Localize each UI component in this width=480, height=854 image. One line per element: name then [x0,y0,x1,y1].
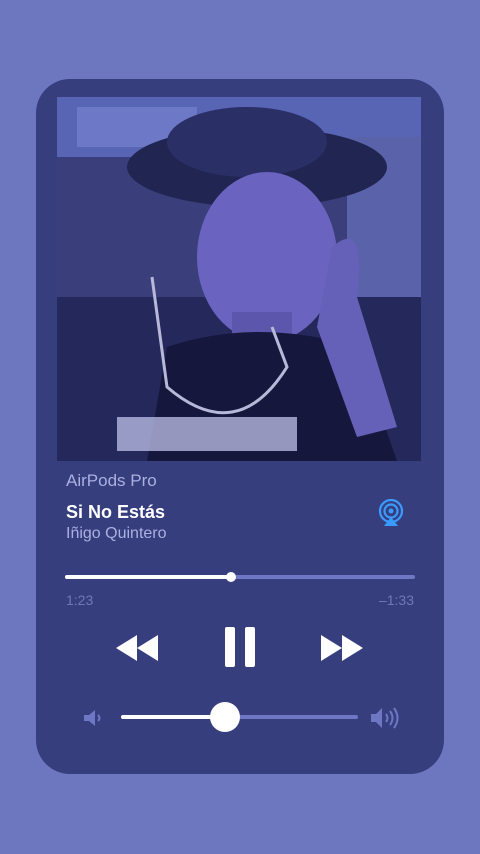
progress-fill [65,575,232,579]
output-device-label: AirPods Pro [66,471,157,490]
progress-knob[interactable] [226,572,237,582]
pause-icon [225,627,255,667]
now-playing-card: AirPods Pro Si No Estás Iñigo Quintero 1… [36,79,444,774]
fast-forward-button[interactable] [319,631,365,665]
rewind-button[interactable] [114,631,160,665]
track-artist: Iñigo Quintero [66,525,167,542]
fast-forward-icon [321,635,363,661]
remaining-time: –1:33 [378,592,414,608]
playback-progress-slider[interactable] [65,570,415,584]
album-artwork [57,97,421,461]
rewind-icon [116,635,158,661]
track-title: Si No Estás [66,502,166,522]
airplay-icon[interactable] [377,498,405,527]
pause-button[interactable] [223,627,257,667]
volume-slider[interactable] [121,702,358,732]
volume-low-icon [83,708,105,728]
volume-knob[interactable] [210,702,241,732]
elapsed-time: 1:23 [66,592,94,608]
volume-high-icon [370,705,402,731]
